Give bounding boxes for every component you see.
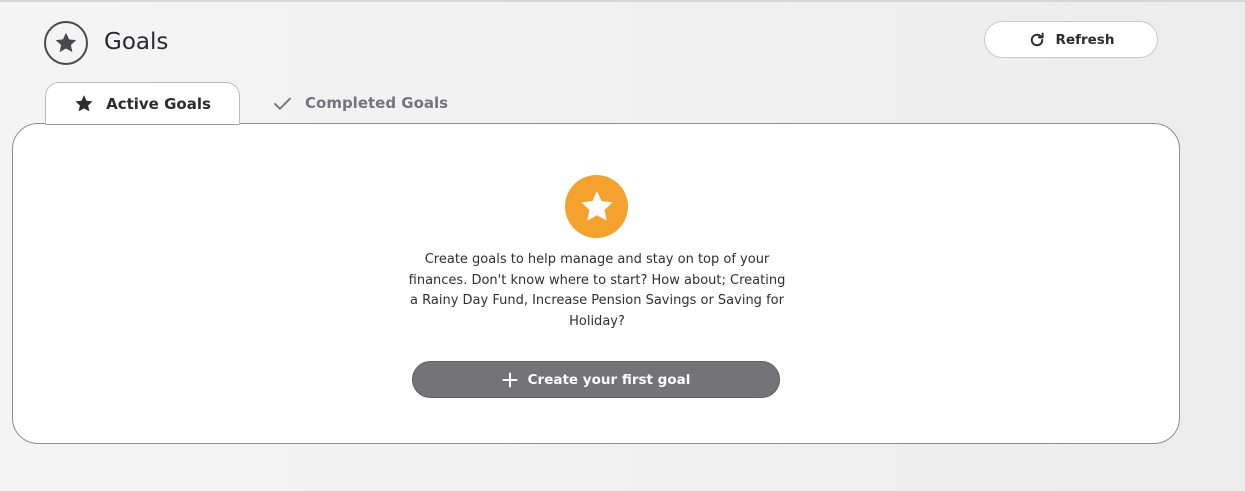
tab-active-goals[interactable]: Active Goals — [45, 82, 240, 125]
create-goal-label: Create your first goal — [527, 371, 691, 388]
star-icon — [75, 95, 93, 112]
tab-active-underline — [46, 124, 239, 125]
check-icon — [274, 97, 291, 110]
goals-panel: Create goals to help manage and stay on … — [12, 123, 1180, 444]
plus-icon — [502, 372, 518, 387]
goals-star-icon — [44, 21, 88, 65]
tab-label: Active Goals — [106, 95, 211, 113]
refresh-button[interactable]: Refresh — [984, 21, 1158, 58]
tab-label: Completed Goals — [305, 94, 449, 112]
refresh-label: Refresh — [1055, 31, 1115, 48]
tab-completed-goals[interactable]: Completed Goals — [272, 82, 452, 124]
empty-state-message: Create goals to help manage and stay on … — [408, 252, 786, 329]
page-title: Goals — [104, 29, 169, 55]
refresh-icon — [1030, 32, 1044, 46]
create-first-goal-button[interactable]: Create your first goal — [412, 361, 780, 398]
empty-state-star-icon — [565, 175, 628, 238]
